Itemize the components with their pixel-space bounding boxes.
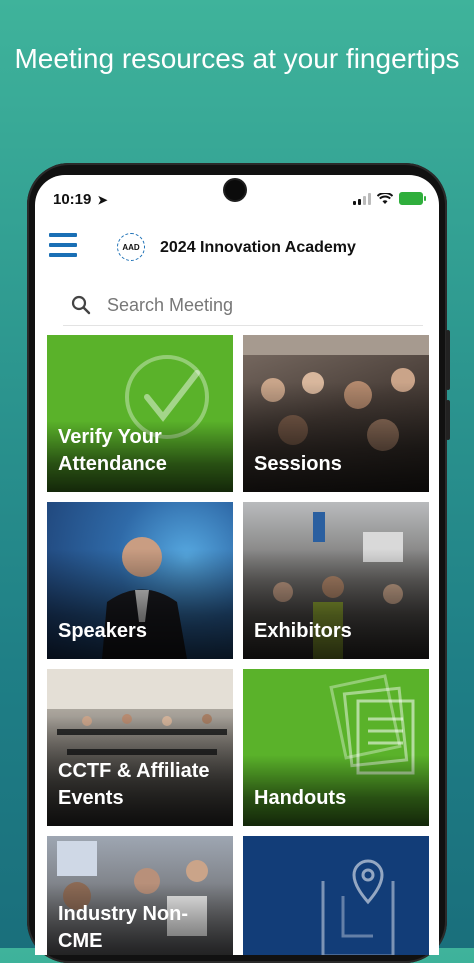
aad-logo: AAD: [117, 233, 145, 261]
tile-label: Speakers: [58, 620, 147, 642]
headline: Meeting resources at your fingertips: [14, 43, 460, 74]
search-icon: [71, 295, 91, 315]
tile-label: Exhibitors: [254, 620, 352, 642]
map-pin-icon: [321, 859, 395, 955]
app-header: AAD 2024 Innovation Academy: [35, 223, 439, 273]
hamburger-menu-icon[interactable]: [49, 233, 77, 261]
tile-exhibitors[interactable]: Exhibitors: [243, 502, 429, 659]
location-arrow-icon: ➤: [97, 193, 108, 207]
tile-map[interactable]: [243, 836, 429, 955]
signal-icon: [353, 192, 371, 205]
status-time: 10:19 ➤: [53, 191, 108, 208]
tile-speakers[interactable]: Speakers: [47, 502, 233, 659]
tile-label: CCTF & Affiliate Events: [58, 760, 210, 809]
status-icons: [353, 192, 426, 205]
search-bar: [63, 283, 423, 326]
app-title: 2024 Innovation Academy: [160, 239, 356, 256]
tile-label: Handouts: [254, 787, 347, 809]
phone-side-button: [446, 330, 450, 390]
tile-verify-attendance[interactable]: Verify Your Attendance: [47, 335, 233, 492]
battery-charging-icon: [399, 192, 426, 205]
wifi-icon: [377, 192, 393, 204]
tile-sessions[interactable]: Sessions: [243, 335, 429, 492]
app-screen: 10:19 ➤ AAD 2024 Innovation Academy Sear…: [35, 175, 439, 955]
front-camera: [225, 180, 245, 200]
tile-label: Industry Non-CME: [58, 903, 188, 952]
tile-label: Verify Your Attendance: [58, 426, 167, 475]
search-input[interactable]: [105, 289, 409, 321]
tile-handouts[interactable]: Handouts: [243, 669, 429, 826]
tile-label: Sessions: [254, 453, 342, 475]
phone-side-button: [446, 400, 450, 440]
tile-cctf-affiliate-events[interactable]: CCTF & Affiliate Events: [47, 669, 233, 826]
tile-industry-non-cme[interactable]: Industry Non-CME: [47, 836, 233, 955]
